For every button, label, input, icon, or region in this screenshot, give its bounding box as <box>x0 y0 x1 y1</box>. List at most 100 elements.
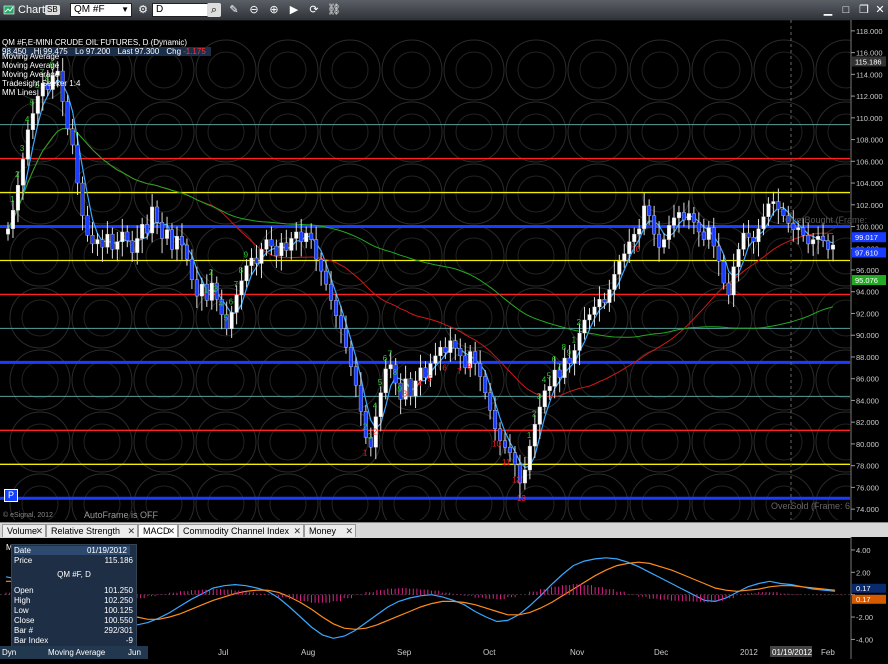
close-button[interactable]: ✕ <box>872 3 888 17</box>
tab-volume[interactable]: Volume ✕ <box>2 524 46 537</box>
bg-circle <box>765 361 803 399</box>
candle <box>453 340 458 349</box>
candle <box>160 221 165 239</box>
bg-circle <box>319 39 381 101</box>
link-icon[interactable]: ⚙ <box>136 3 150 17</box>
time-axis-label: Jul <box>218 648 228 657</box>
candle <box>329 283 334 301</box>
bg-circle <box>269 175 307 213</box>
bg-circle <box>703 423 741 461</box>
bg-circle <box>145 361 183 399</box>
candle <box>473 351 478 364</box>
time-axis-label: Feb <box>821 648 835 657</box>
tab-money-flow[interactable]: Money Flow ✕ <box>304 524 356 549</box>
price-tick-label: 74.000 <box>856 505 879 514</box>
zoom-in-icon[interactable]: ⊕ <box>267 3 281 17</box>
bg-circle <box>505 349 567 411</box>
symbol-combo[interactable]: QM #F ▼ <box>70 3 132 17</box>
tab-rsi[interactable]: Relative Strength Index✕ <box>46 524 138 549</box>
data-key: High <box>14 596 31 605</box>
search-icon[interactable]: ⌕ <box>207 3 221 17</box>
seeker-count-green: 9 <box>567 348 572 357</box>
tab-macd[interactable]: MACD ✕ <box>138 524 178 537</box>
price-tick-label: 118.000 <box>856 27 883 36</box>
candle <box>806 235 811 245</box>
price-tick-label: 94.000 <box>856 288 879 297</box>
price-tick-label: 116.000 <box>856 49 883 58</box>
candle <box>671 217 676 226</box>
study-label[interactable]: MM Lines <box>2 88 211 97</box>
candle <box>170 229 175 250</box>
bg-circle <box>257 287 319 349</box>
candle <box>706 227 711 240</box>
candle <box>642 205 647 229</box>
data-value: 102.250 <box>104 596 133 605</box>
refresh-icon[interactable]: ⟳ <box>307 3 321 17</box>
candle <box>304 232 309 242</box>
bg-circle <box>195 349 257 411</box>
tab-cci[interactable]: Commodity Channel Index (CCI) ✕ <box>178 524 304 549</box>
candle <box>229 312 234 329</box>
link-chain-icon[interactable]: ⛓ <box>327 3 341 17</box>
seeker-count-red: 10 <box>631 245 640 254</box>
candle <box>319 258 324 272</box>
minimize-button[interactable]: ▁ <box>820 3 836 17</box>
data-key: Bar Index <box>14 636 49 645</box>
candle <box>10 210 15 229</box>
candle <box>289 238 294 251</box>
pencil-icon[interactable]: ✎ <box>227 3 241 17</box>
bg-circle <box>207 485 245 523</box>
candle <box>537 406 542 425</box>
bg-circle <box>455 299 493 337</box>
candle <box>507 446 512 453</box>
candle <box>90 235 95 245</box>
bg-circle <box>629 349 691 411</box>
bg-circle <box>71 101 133 163</box>
bg-circle <box>579 423 617 461</box>
bg-circle <box>517 299 555 337</box>
bg-circle <box>331 113 369 151</box>
candle <box>324 270 329 285</box>
zoom-out-icon[interactable]: ⊖ <box>247 3 261 17</box>
bg-circle <box>505 101 567 163</box>
bg-circle <box>381 39 443 101</box>
quote-chg-label: Chg <box>166 47 182 56</box>
bg-circle <box>83 423 121 461</box>
candle <box>597 299 602 308</box>
candle <box>488 392 493 411</box>
bg-circle <box>641 113 679 151</box>
candle <box>75 144 80 184</box>
candle <box>716 245 721 262</box>
bg-circle <box>381 163 443 225</box>
time-axis-label: 2012 <box>740 648 758 657</box>
candle <box>244 265 249 282</box>
candle <box>746 232 751 238</box>
restore-button[interactable]: ❐ <box>856 3 872 17</box>
quote-low: 97.200 <box>85 47 111 56</box>
candle <box>721 261 726 284</box>
bg-circle <box>691 163 753 225</box>
candle <box>264 239 269 250</box>
candle <box>756 228 761 242</box>
bg-circle <box>269 485 307 523</box>
seeker-count-red: 12 <box>512 476 521 485</box>
candle <box>294 231 299 239</box>
play-icon[interactable]: ▶ <box>287 3 301 17</box>
price-tick-label: 90.000 <box>856 331 879 340</box>
data-value: 292/301 <box>104 626 133 635</box>
bg-circle <box>145 299 183 337</box>
bg-circle <box>319 163 381 225</box>
price-chart[interactable]: 1234567891234567892345678912345678912123… <box>0 20 888 535</box>
candle <box>542 390 547 408</box>
maximize-button[interactable]: □ <box>838 3 854 17</box>
candle <box>617 261 622 275</box>
study-label[interactable]: Moving Average <box>2 61 211 70</box>
bg-circle <box>703 113 741 151</box>
bg-circle <box>691 39 753 101</box>
bg-circle <box>195 163 257 225</box>
bg-circle <box>207 423 245 461</box>
study-label[interactable]: Moving Average <box>2 70 211 79</box>
properties-button[interactable]: P <box>4 489 18 502</box>
bg-circle <box>765 175 803 213</box>
study-label[interactable]: Tradesight Seeker 1:4 <box>2 79 211 88</box>
